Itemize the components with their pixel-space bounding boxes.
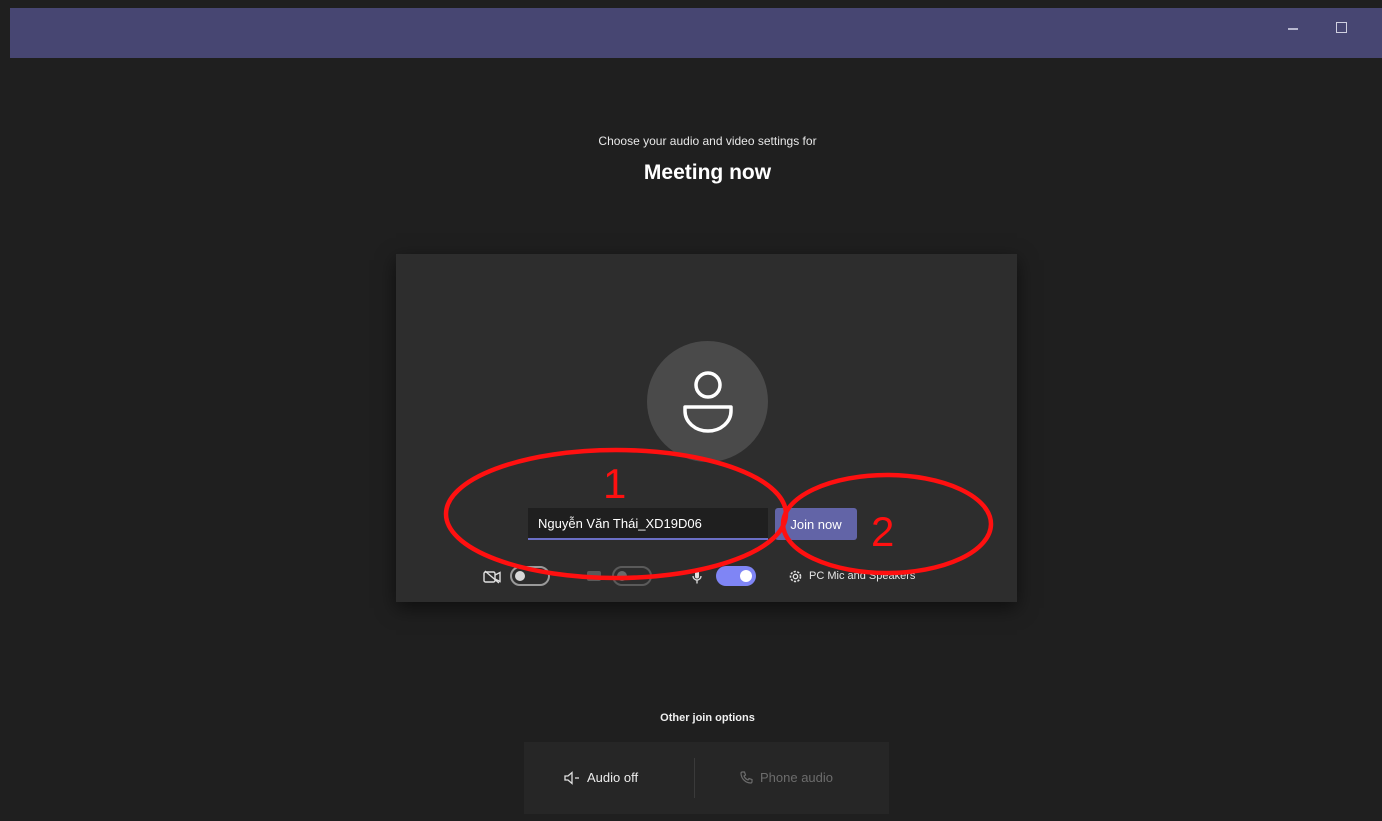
phone-audio-option[interactable]: Phone audio [740, 770, 833, 785]
camera-toggle-knob [515, 571, 525, 581]
annotation-marker-2: 2 [871, 508, 895, 555]
title-bar: ✕ [10, 8, 1382, 58]
person-icon [683, 371, 733, 433]
microphone-icon [692, 570, 702, 584]
annotation-marker-1: 1 [603, 460, 627, 507]
background-blur-toggle-knob [617, 571, 627, 581]
meeting-title: Meeting now [643, 161, 772, 184]
camera-off-icon [483, 570, 501, 584]
minimize-button[interactable] [1288, 28, 1298, 30]
teams-prejoin-window: ✕ Choose your audio and video settings f… [0, 0, 1382, 821]
phone-audio-label: Phone audio [760, 770, 834, 785]
settings-subtitle: Choose your audio and video settings for [598, 134, 817, 148]
join-now-button[interactable]: Join now [775, 508, 857, 540]
video-preview-panel: Join now [396, 254, 1017, 602]
device-settings-label[interactable]: PC Mic and Speakers [809, 570, 915, 582]
background-blur-icon [587, 571, 601, 581]
other-join-options-heading: Other join options [660, 712, 755, 724]
phone-icon [740, 771, 753, 784]
audio-off-option[interactable]: Audio off [564, 770, 638, 785]
maximize-button[interactable] [1336, 22, 1347, 33]
av-controls: PC Mic and Speakers [396, 564, 1017, 594]
options-divider [694, 758, 695, 798]
other-join-options: Audio off Phone audio [524, 742, 889, 814]
background-blur-toggle[interactable] [612, 566, 652, 586]
gear-icon[interactable] [788, 569, 803, 584]
microphone-toggle[interactable] [716, 566, 756, 586]
avatar [647, 341, 768, 462]
audio-off-label: Audio off [587, 770, 639, 785]
speaker-off-icon [564, 770, 579, 785]
display-name-input[interactable] [528, 508, 768, 540]
camera-toggle[interactable] [510, 566, 550, 586]
microphone-toggle-knob [740, 570, 752, 582]
